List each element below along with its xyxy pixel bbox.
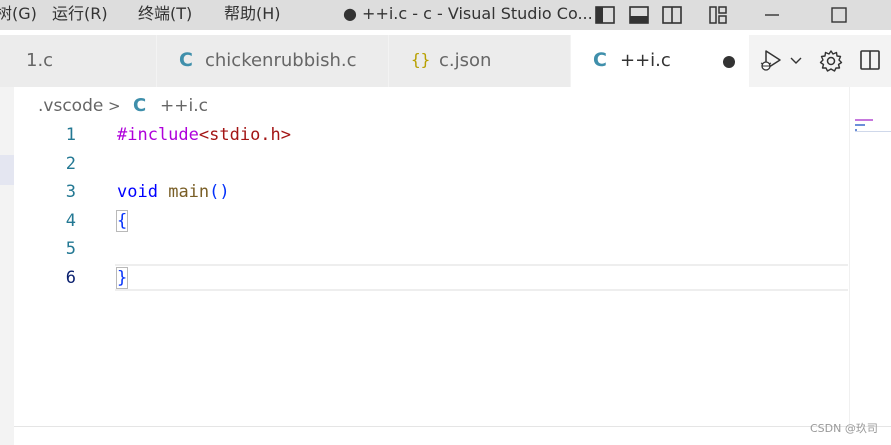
code-token: <stdio.h> [198, 125, 292, 145]
code-token: { [115, 209, 129, 232]
code-token: () [209, 182, 230, 203]
code-line: #include<stdio.h> [117, 124, 291, 146]
customize-layout-icon[interactable] [707, 4, 729, 26]
line-number: 2 [65, 153, 76, 174]
code-token: void [117, 182, 158, 203]
minimap[interactable] [855, 118, 891, 138]
line-number: 1 [65, 125, 76, 145]
run-debug-icon[interactable] [758, 47, 786, 79]
menu-item-help[interactable]: 帮助(H) [224, 4, 281, 24]
tab-plusplus-i-c[interactable]: C ++i.c [571, 35, 750, 87]
tab-label: 1.c [26, 50, 54, 71]
c-file-icon: C [133, 95, 147, 116]
title-bar: 树(G) 运行(R) 终端(T) 帮助(H) ● ++i.c - c - Vis… [0, 0, 891, 30]
menu-item-run[interactable]: 运行(R) [52, 4, 108, 24]
line-number: 5 [65, 239, 76, 260]
activity-strip-highlight [0, 155, 14, 185]
toggle-panel-icon[interactable] [628, 4, 650, 26]
tab-chickenrubbish-c[interactable]: C chickenrubbish.c [157, 35, 389, 87]
code-line: void main() [117, 181, 230, 203]
tab-c-json[interactable]: {} c.json [389, 35, 571, 87]
maximize-icon[interactable] [828, 4, 850, 26]
line-number: 6 [65, 268, 76, 288]
tab-1-c[interactable]: 1.c [0, 35, 157, 87]
toggle-primary-sidebar-icon[interactable] [594, 4, 616, 26]
toggle-secondary-sidebar-icon[interactable] [661, 4, 683, 26]
panel-divider [14, 426, 891, 427]
watermark: CSDN @玖司 [810, 422, 878, 435]
tab-bar: 1.c C chickenrubbish.c {} c.json C ++i.c [0, 35, 891, 87]
window-title: ● ++i.c - c - Visual Studio Co... [343, 4, 593, 23]
line-number: 3 [65, 182, 76, 203]
breadcrumb-folder[interactable]: .vscode [38, 95, 103, 117]
minimap-line [855, 131, 891, 132]
c-file-icon: C [593, 49, 607, 71]
minimap-line [855, 129, 857, 131]
minimap-line [855, 124, 865, 126]
tab-label: ++i.c [620, 50, 671, 71]
breadcrumb-file[interactable]: ++i.c [160, 95, 208, 117]
code-token: #include [117, 125, 199, 145]
json-file-icon: {} [411, 50, 431, 69]
menu-item-go[interactable]: 树(G) [0, 4, 37, 24]
chevron-down-icon[interactable] [789, 52, 803, 71]
tab-label: chickenrubbish.c [205, 50, 357, 71]
gear-icon[interactable] [818, 48, 844, 78]
menu-item-terminal[interactable]: 终端(T) [138, 4, 192, 24]
minimap-line [855, 119, 873, 121]
tab-label: c.json [439, 50, 492, 71]
code-token: main [168, 182, 210, 203]
activity-strip [0, 87, 14, 445]
minimize-icon[interactable] [761, 4, 783, 26]
chevron-right-icon: > [108, 97, 121, 115]
line-number: 4 [65, 210, 76, 231]
editor-scrollbar[interactable] [849, 87, 850, 427]
code-token: } [115, 267, 129, 289]
code-line: { [115, 209, 129, 232]
unsaved-changes-dot-icon[interactable] [723, 56, 735, 68]
split-editor-icon[interactable] [858, 48, 882, 76]
current-line-highlight [115, 264, 848, 291]
c-file-icon: C [179, 49, 193, 71]
code-line: } [115, 267, 129, 289]
